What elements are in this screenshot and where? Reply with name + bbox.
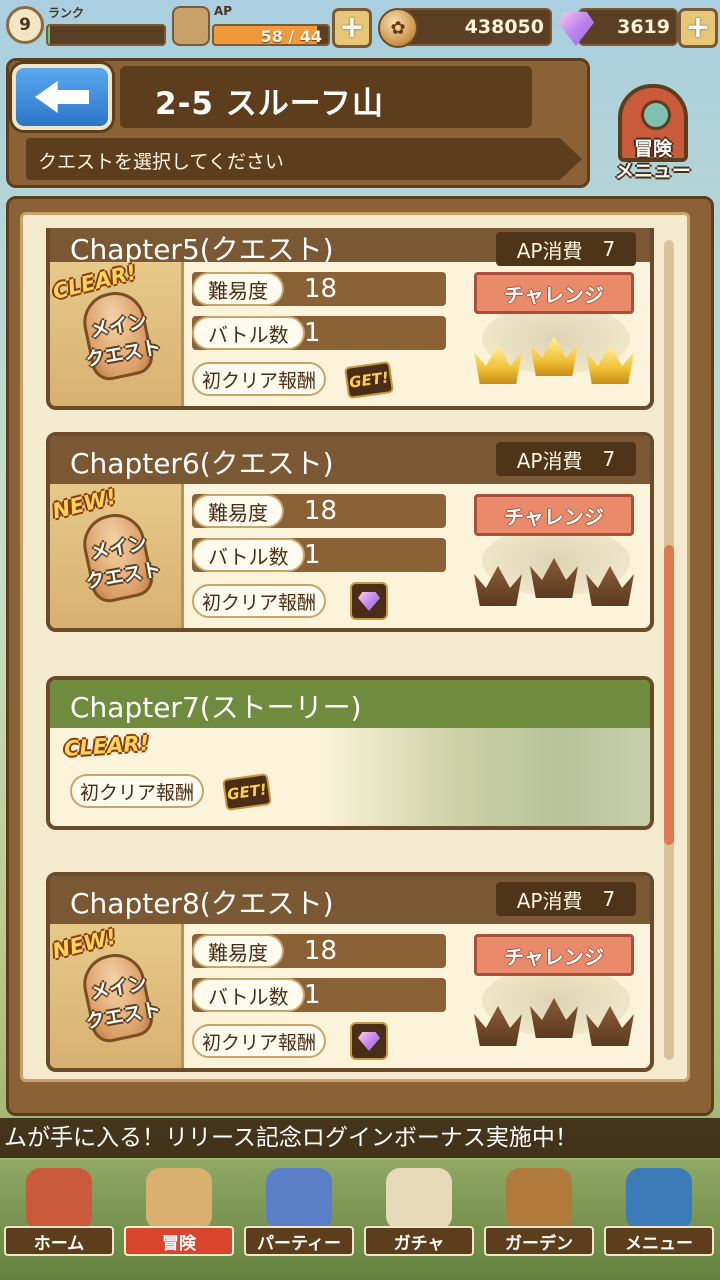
difficulty-value: 18 (304, 274, 338, 304)
difficulty-value: 18 (304, 936, 338, 966)
nav-gacha[interactable]: ガチャ (364, 1162, 474, 1262)
ap-value: 58 / 44 (260, 27, 322, 46)
story-title: Chapter7(ストーリー) (70, 691, 362, 724)
battles-value: 1 (304, 540, 321, 570)
rank-badge: 9 (6, 6, 44, 44)
book-icon (626, 1168, 692, 1230)
ap-cost-value: 7 (602, 447, 616, 471)
first-clear-reward-label: 初クリア報酬 (70, 774, 205, 808)
quest-title: Chapter8(クエスト) (70, 887, 334, 920)
quest-card-chapter8[interactable]: Chapter8(クエスト) AP消費 7 メイン クエスト NEW! 難易度 … (46, 872, 654, 1072)
battles-row: バトル数 1 (192, 978, 446, 1012)
difficulty-label: 難易度 (192, 272, 284, 306)
main-quest-label: メイン クエスト (84, 972, 163, 1034)
nav-adventure[interactable]: 冒険 (124, 1162, 234, 1262)
ap-cost: AP消費 7 (496, 882, 636, 916)
ap-bar: 58 / 44 (212, 24, 330, 46)
challenge-banner: チャレンジ (474, 494, 634, 536)
nav-label: ホーム (4, 1226, 114, 1256)
news-ticker[interactable]: ムが手に入る！リリース記念ログインボーナス実施中！ (0, 1118, 720, 1158)
difficulty-label: 難易度 (192, 494, 284, 528)
scrollbar-thumb[interactable] (664, 545, 674, 845)
first-clear-reward-label: 初クリア報酬 (192, 584, 327, 618)
chess-pieces-icon (266, 1168, 332, 1230)
add-ap-button[interactable]: + (332, 8, 372, 48)
challenge-banner: チャレンジ (474, 934, 634, 976)
ap-label: AP (214, 4, 233, 18)
difficulty-label: 難易度 (192, 934, 284, 968)
nav-label: 冒険 (124, 1226, 234, 1256)
battles-value: 1 (304, 318, 321, 348)
instruction-text: クエストを選択してください (38, 151, 284, 173)
gem-count: 3619 (578, 8, 678, 46)
nav-label: パーティー (244, 1226, 354, 1256)
gacha-card-icon (386, 1168, 452, 1230)
story-card-header: Chapter7(ストーリー) (50, 680, 650, 728)
difficulty-row: 難易度 18 (192, 272, 446, 306)
clear-stamp: CLEAR! (63, 731, 150, 761)
nav-label: メニュー (604, 1226, 714, 1256)
quest-card-chapter6[interactable]: Chapter6(クエスト) AP消費 7 メイン クエスト NEW! 難易度 … (46, 432, 654, 632)
house-icon (26, 1168, 92, 1230)
ap-cost-label: AP消費 (516, 238, 583, 263)
battles-label: バトル数 (192, 978, 305, 1012)
quest-title: Chapter6(クエスト) (70, 447, 334, 480)
rank-progress-fill (48, 26, 51, 44)
status-bar: 9 ランク AP 58 / 44 + ✿ 438050 3619 + (0, 0, 720, 56)
difficulty-value: 18 (304, 496, 338, 526)
quest-card-chapter5[interactable]: Chapter5(クエスト) AP消費 7 メイン クエスト CLEAR! 難易… (46, 228, 654, 410)
battles-label: バトル数 (192, 538, 305, 572)
quest-card-header: Chapter6(クエスト) AP消費 7 (50, 436, 650, 484)
challenge-area: チャレンジ (470, 264, 638, 404)
quest-thumbnail: メイン クエスト CLEAR! (50, 260, 184, 406)
challenge-area: チャレンジ (470, 486, 638, 626)
challenge-area: チャレンジ (470, 926, 638, 1066)
nav-menu[interactable]: メニュー (604, 1162, 714, 1262)
difficulty-row: 難易度 18 (192, 934, 446, 968)
back-button[interactable] (12, 64, 112, 130)
difficulty-row: 難易度 18 (192, 494, 446, 528)
rank-label: ランク (48, 6, 85, 20)
story-card-chapter7[interactable]: Chapter7(ストーリー) CLEAR! 初クリア報酬 GET! (46, 676, 654, 830)
battles-value: 1 (304, 980, 321, 1010)
gem-reward-icon (350, 582, 388, 620)
gem-reward-icon (350, 1022, 388, 1060)
quest-card-header: Chapter8(クエスト) AP消費 7 (50, 876, 650, 924)
quest-thumbnail: メイン クエスト NEW! (50, 484, 184, 628)
battles-row: バトル数 1 (192, 316, 446, 350)
quest-thumbnail: メイン クエスト NEW! (50, 924, 184, 1068)
adventure-menu-button[interactable]: 冒険 メニュー (596, 84, 710, 188)
battles-label: バトル数 (192, 316, 305, 350)
ap-cost: AP消費 7 (496, 232, 636, 266)
story-landscape-art (320, 728, 650, 826)
reward-get-badge: GET! (221, 772, 273, 812)
nav-garden[interactable]: ガーデン (484, 1162, 594, 1262)
coin-icon: ✿ (378, 8, 418, 48)
nav-home[interactable]: ホーム (4, 1162, 114, 1262)
adventure-menu-label: 冒険 メニュー (614, 138, 691, 182)
nav-label: ガチャ (364, 1226, 474, 1256)
first-clear-reward-label: 初クリア報酬 (192, 1024, 327, 1058)
ap-cost-label: AP消費 (516, 448, 583, 473)
ap-cost-value: 7 (602, 237, 616, 261)
back-arrow-icon (35, 81, 89, 113)
add-gems-button[interactable]: + (678, 8, 718, 48)
reward-get-badge: GET! (343, 360, 395, 400)
challenge-banner: チャレンジ (474, 272, 634, 314)
main-quest-label: メイン クエスト (84, 532, 163, 594)
ap-cost: AP消費 7 (496, 442, 636, 476)
ap-boot-icon (172, 6, 210, 46)
nav-label: ガーデン (484, 1226, 594, 1256)
ap-cost-label: AP消費 (516, 888, 583, 913)
battles-row: バトル数 1 (192, 538, 446, 572)
basket-icon (506, 1168, 572, 1230)
compass-map-icon (146, 1168, 212, 1230)
coin-count: 438050 (398, 8, 552, 46)
first-clear-reward-label: 初クリア報酬 (192, 362, 327, 396)
nav-party[interactable]: パーティー (244, 1162, 354, 1262)
rank-progress-bar (46, 24, 166, 46)
ap-cost-value: 7 (602, 887, 616, 911)
main-quest-label: メイン クエスト (84, 310, 163, 372)
stage-title: 2-5 スルーフ山 (155, 86, 384, 122)
